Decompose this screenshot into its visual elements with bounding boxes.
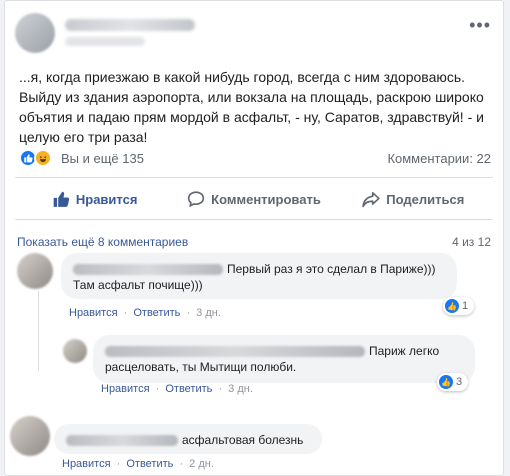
comment-actions: Нравится · Ответить · 2 дн. [62, 458, 214, 470]
comment-reply-link[interactable]: Ответить [165, 383, 212, 395]
comment-text-line1: Париж легко [369, 344, 440, 358]
comment: асфальтовая болезнь Нравится · Ответить … [0, 416, 510, 476]
separator: · [155, 383, 160, 395]
author-name-redacted[interactable] [65, 19, 195, 31]
post-text: ...я, когда приезжаю в какой нибудь горо… [19, 69, 484, 145]
separator: · [179, 458, 184, 470]
commenter-avatar[interactable] [10, 416, 50, 456]
comment-like-link[interactable]: Нравится [69, 307, 118, 319]
post-actions: Нравится Комментировать Поделиться [15, 181, 493, 217]
separator: · [218, 383, 223, 395]
comment-bubble: Первый раз я это сделал в Париже))) Там … [61, 253, 457, 299]
comment-text-line2: расцеловать, ты Мытищи полюби. [105, 360, 297, 374]
share-label: Поделиться [386, 191, 465, 207]
like-reaction-icon: 👍 [445, 299, 459, 313]
author-avatar[interactable] [15, 13, 55, 53]
comment-reply-link[interactable]: Ответить [126, 458, 173, 470]
more-options-icon[interactable]: ••• [469, 15, 491, 36]
like-button[interactable]: Нравится [15, 181, 174, 217]
divider [15, 219, 493, 220]
post-meta-redacted [65, 37, 145, 46]
comment-icon [187, 191, 205, 208]
reaction-count[interactable]: Вы и ещё 135 [61, 151, 144, 166]
comment-timestamp[interactable]: 2 дн. [189, 458, 214, 470]
post-card: ••• ...я, когда приезжаю в какой нибудь … [4, 0, 504, 476]
reaction-icons [19, 149, 59, 167]
commenter-name-redacted[interactable] [73, 264, 223, 276]
separator: · [123, 307, 128, 319]
show-more-comments-link[interactable]: Показать ещё 8 комментариев [17, 235, 188, 249]
comment-like-link[interactable]: Нравится [62, 458, 111, 470]
comment-bubble: асфальтовая болезнь [54, 424, 322, 454]
commenter-avatar[interactable] [63, 339, 87, 363]
commenter-name-redacted[interactable] [66, 435, 178, 447]
like-count-value: 1 [462, 300, 469, 312]
comment-button[interactable]: Комментировать [174, 181, 333, 217]
comment-bubble: Париж легко расцеловать, ты Мытищи полюб… [93, 335, 475, 383]
share-button[interactable]: Поделиться [334, 181, 493, 217]
reply-comment: Париж легко расцеловать, ты Мытищи полюб… [63, 335, 493, 415]
comment-like-count[interactable]: 👍 3 [437, 373, 469, 391]
separator: · [186, 307, 191, 319]
comments-count[interactable]: Комментарии: 22 [387, 151, 491, 166]
comment-like-count[interactable]: 👍 1 [443, 297, 475, 315]
comment-text-line1: Первый раз я это сделал в Париже))) [227, 262, 436, 276]
comment-like-link[interactable]: Нравится [101, 383, 150, 395]
commenter-name-redacted[interactable] [105, 346, 365, 358]
like-reaction-icon: 👍 [439, 375, 453, 389]
divider [15, 177, 493, 178]
reactions-bar[interactable]: Вы и ещё 135 Комментарии: 22 [19, 149, 491, 169]
comment-text-line2: Там асфальт почище))) [73, 278, 203, 292]
comment-timestamp[interactable]: 3 дн. [228, 383, 253, 395]
thread-line [38, 291, 39, 371]
commenter-avatar[interactable] [17, 253, 53, 289]
share-icon [362, 191, 381, 208]
comment-actions: Нравится · Ответить · 3 дн. [101, 383, 253, 395]
comments-page-count: 4 из 12 [452, 235, 491, 249]
post-header [15, 13, 435, 57]
like-count-value: 3 [456, 376, 463, 388]
comment-text-line1: асфальтовая болезнь [182, 433, 304, 447]
comment: Первый раз я это сделал в Париже))) Там … [17, 253, 497, 333]
comment-actions: Нравится · Ответить · 3 дн. [69, 307, 221, 319]
haha-reaction-icon [34, 149, 52, 167]
comment-label: Комментировать [211, 191, 321, 207]
comment-reply-link[interactable]: Ответить [133, 307, 180, 319]
thumbs-up-icon [53, 191, 70, 207]
comment-timestamp[interactable]: 3 дн. [196, 307, 221, 319]
like-label: Нравится [75, 191, 138, 207]
separator: · [116, 458, 121, 470]
